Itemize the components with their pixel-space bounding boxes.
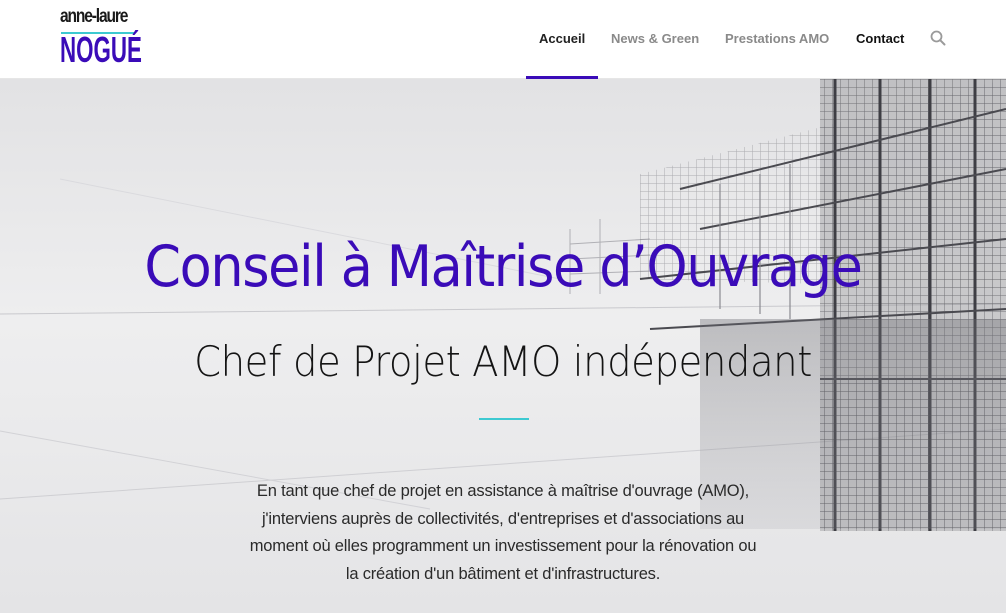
hero-body-line: j'interviens auprès de collectivités, d'… [261, 509, 745, 528]
nav-item-contact[interactable]: Contact [856, 31, 904, 47]
search-button[interactable] [929, 29, 947, 47]
nav-active-indicator [526, 76, 598, 79]
nav-item-news-green[interactable]: News & Green [611, 31, 699, 47]
search-icon [930, 30, 946, 46]
hero-section: Conseil à Maîtrise d’Ouvrage Chef de Pro… [0, 79, 1006, 613]
hero-subtitle: Chef de Projet AMO indépendant [194, 337, 812, 386]
hero-body-text: En tant que chef de projet en assistance… [228, 478, 778, 588]
hero-body-line: la création d'un bâtiment et d'infrastru… [345, 564, 661, 583]
nav-item-accueil[interactable]: Accueil [539, 31, 585, 47]
nav-item-prestations-amo[interactable]: Prestations AMO [725, 31, 829, 47]
site-header: anne-laure NOGUÉ Accueil News & Green Pr… [0, 0, 1006, 79]
main-nav: Accueil News & Green Prestations AMO Con… [0, 0, 1006, 79]
hero-body-line: moment où elles programment un investiss… [249, 537, 757, 555]
hero-title: Conseil à Maîtrise d’Ouvrage [144, 234, 863, 300]
hero-body-line: En tant que chef de projet en assistance… [256, 482, 750, 500]
hero-divider [479, 418, 529, 420]
